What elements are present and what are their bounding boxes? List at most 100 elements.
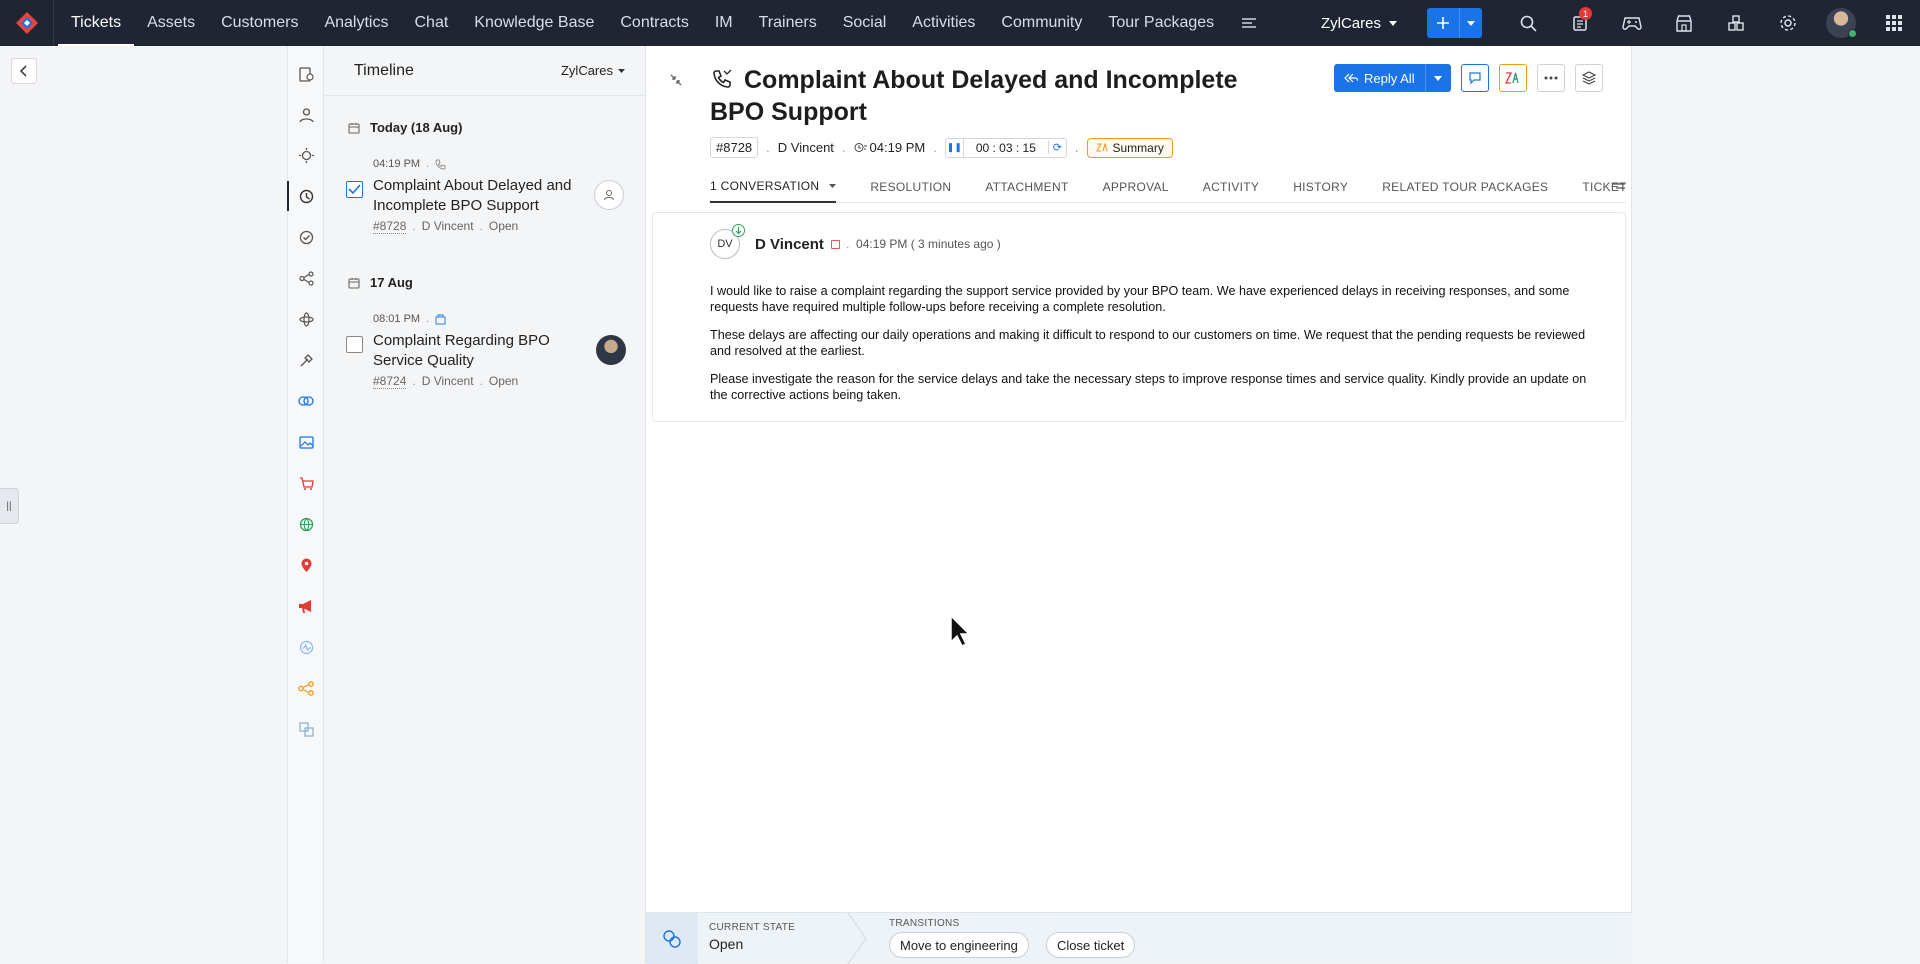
ticket-number[interactable]: #8724 — [373, 374, 407, 389]
ticket-properties-icon[interactable] — [288, 61, 324, 87]
ticket-status: Open — [488, 374, 519, 388]
plus-icon[interactable] — [1427, 8, 1459, 38]
user-avatar[interactable] — [1826, 8, 1857, 38]
layers-icon — [1581, 71, 1596, 85]
department-switcher[interactable]: ZylCares — [1321, 15, 1397, 32]
sales-cart-icon[interactable] — [288, 470, 324, 496]
zia-button[interactable] — [1498, 64, 1527, 92]
move-to-engineering-button[interactable]: Move to engineering — [889, 932, 1029, 958]
extensions-icon[interactable] — [1710, 0, 1762, 46]
tabs-overflow-icon[interactable] — [1612, 179, 1626, 197]
department-name: ZylCares — [1320, 14, 1381, 32]
nav-activities[interactable]: Activities — [899, 0, 988, 46]
close-ticket-button[interactable]: Close ticket — [1046, 932, 1136, 958]
reply-all-button[interactable]: Reply All — [1334, 64, 1425, 92]
phone-icon — [435, 159, 446, 169]
pause-timer-icon[interactable]: ❚❚ — [946, 138, 964, 157]
timeline-entry-checkbox[interactable] — [346, 181, 363, 198]
tab-history[interactable]: HISTORY — [1293, 171, 1348, 203]
clock-icon — [854, 143, 867, 152]
settings-gear-icon[interactable] — [1762, 0, 1814, 46]
tab-conversation[interactable]: 1 CONVERSATION — [710, 171, 837, 203]
tab-approval[interactable]: APPROVAL — [1103, 171, 1169, 203]
blueprint-footer: CURRENT STATE Open TRANSITIONS Move to e… — [646, 912, 1632, 964]
megaphone-icon[interactable] — [288, 593, 324, 619]
tab-activity[interactable]: ACTIVITY — [1203, 171, 1259, 203]
notifications-icon[interactable]: 1 — [1554, 0, 1606, 46]
nav-community[interactable]: Community — [988, 0, 1095, 46]
share-icon[interactable] — [288, 265, 324, 291]
search-icon[interactable] — [1502, 0, 1554, 46]
nav-analytics[interactable]: Analytics — [311, 0, 401, 46]
timeline-entry-time: 04:19 PM. — [373, 158, 446, 170]
message-paragraph: Please investigate the reason for the se… — [710, 372, 1587, 402]
globe-icon[interactable] — [288, 511, 324, 537]
panel-resize-handle[interactable]: || — [0, 488, 19, 524]
chevron-right-icon — [847, 913, 867, 964]
nav-tour-packages[interactable]: Tour Packages — [1095, 0, 1227, 46]
ticket-number[interactable]: #8728 — [373, 219, 407, 234]
tab-resolution[interactable]: RESOLUTION — [870, 171, 951, 203]
integrations-icon[interactable] — [288, 306, 324, 332]
translate-icon[interactable] — [288, 716, 324, 742]
chevron-down-icon[interactable] — [1459, 8, 1482, 38]
ticket-contact[interactable]: D Vincent — [778, 140, 834, 155]
layers-button[interactable] — [1574, 64, 1603, 92]
marketplace-icon[interactable] — [1658, 0, 1710, 46]
ai-assist-icon[interactable] — [288, 142, 324, 168]
summary-button[interactable]: Summary — [1086, 137, 1173, 158]
nav-customers[interactable]: Customers — [208, 0, 311, 46]
timeline-panel: Timeline ZylCares Today (18 Aug) 04:19 P… — [324, 46, 646, 963]
workflow-icon[interactable] — [288, 675, 324, 701]
back-button[interactable] — [11, 58, 37, 84]
timeline-entry-subject[interactable]: Complaint Regarding BPO Service Quality — [373, 331, 583, 371]
more-actions-button[interactable] — [1536, 64, 1565, 92]
collapse-view-icon[interactable] — [670, 73, 682, 91]
reply-options-dropdown[interactable] — [1424, 64, 1451, 92]
timeline-department-filter[interactable]: ZylCares — [561, 63, 625, 78]
tab-attachment[interactable]: ATTACHMENT — [985, 171, 1068, 203]
current-state-value: Open — [709, 936, 744, 952]
gamification-icon[interactable] — [1606, 0, 1658, 46]
contact-info-icon[interactable] — [288, 102, 324, 128]
summary-label: Summary — [1112, 140, 1164, 155]
entry-time-text: 08:01 PM — [373, 313, 421, 325]
timeline-entry-checkbox[interactable] — [346, 336, 363, 353]
history-timeline-icon[interactable] — [287, 181, 324, 211]
current-state-label: CURRENT STATE — [709, 922, 796, 933]
pulse-icon[interactable] — [288, 634, 324, 660]
comment-button[interactable] — [1460, 64, 1489, 92]
location-pin-icon[interactable] — [288, 552, 324, 578]
nav-contracts[interactable]: Contracts — [607, 0, 701, 46]
sender-name[interactable]: D Vincent — [755, 236, 824, 253]
nav-tickets[interactable]: Tickets — [58, 0, 135, 46]
nav-trainers[interactable]: Trainers — [746, 0, 830, 46]
tab-related-tour-packages[interactable]: RELATED TOUR PACKAGES — [1382, 171, 1548, 203]
caret-down-icon — [1389, 20, 1397, 26]
refresh-timer-icon[interactable]: ⟳ — [1047, 141, 1066, 154]
top-right-tools: ZylCares 1 — [1321, 0, 1920, 46]
new-item-button[interactable] — [1427, 8, 1482, 38]
timeline-day-label: Today (18 Aug) — [370, 120, 463, 135]
image-gallery-icon[interactable] — [288, 429, 324, 455]
timer-value: 00 : 03 : 15 — [975, 140, 1036, 155]
chevron-left-icon — [20, 65, 27, 77]
app-grid-icon[interactable] — [1868, 0, 1920, 46]
tools-icon[interactable] — [288, 347, 324, 373]
comment-icon — [1468, 72, 1481, 85]
ticket-number-chip[interactable]: #8728 — [710, 137, 759, 158]
nav-chat[interactable]: Chat — [401, 0, 461, 46]
approval-check-icon[interactable] — [288, 224, 324, 250]
nav-knowledge-base[interactable]: Knowledge Base — [461, 0, 607, 46]
nav-assets[interactable]: Assets — [134, 0, 208, 46]
tab-conversation-label: 1 CONVERSATION — [710, 178, 820, 193]
calendar-icon — [348, 122, 360, 134]
nav-social[interactable]: Social — [830, 0, 900, 46]
link-icon[interactable] — [288, 388, 324, 414]
assign-agent-button[interactable] — [594, 180, 624, 210]
timeline-entry-subject[interactable]: Complaint About Delayed and Incomplete B… — [373, 176, 583, 216]
nav-im[interactable]: IM — [702, 0, 746, 46]
app-logo[interactable] — [0, 0, 54, 46]
blueprint-icon — [646, 913, 698, 964]
more-modules-icon[interactable] — [1227, 13, 1271, 34]
